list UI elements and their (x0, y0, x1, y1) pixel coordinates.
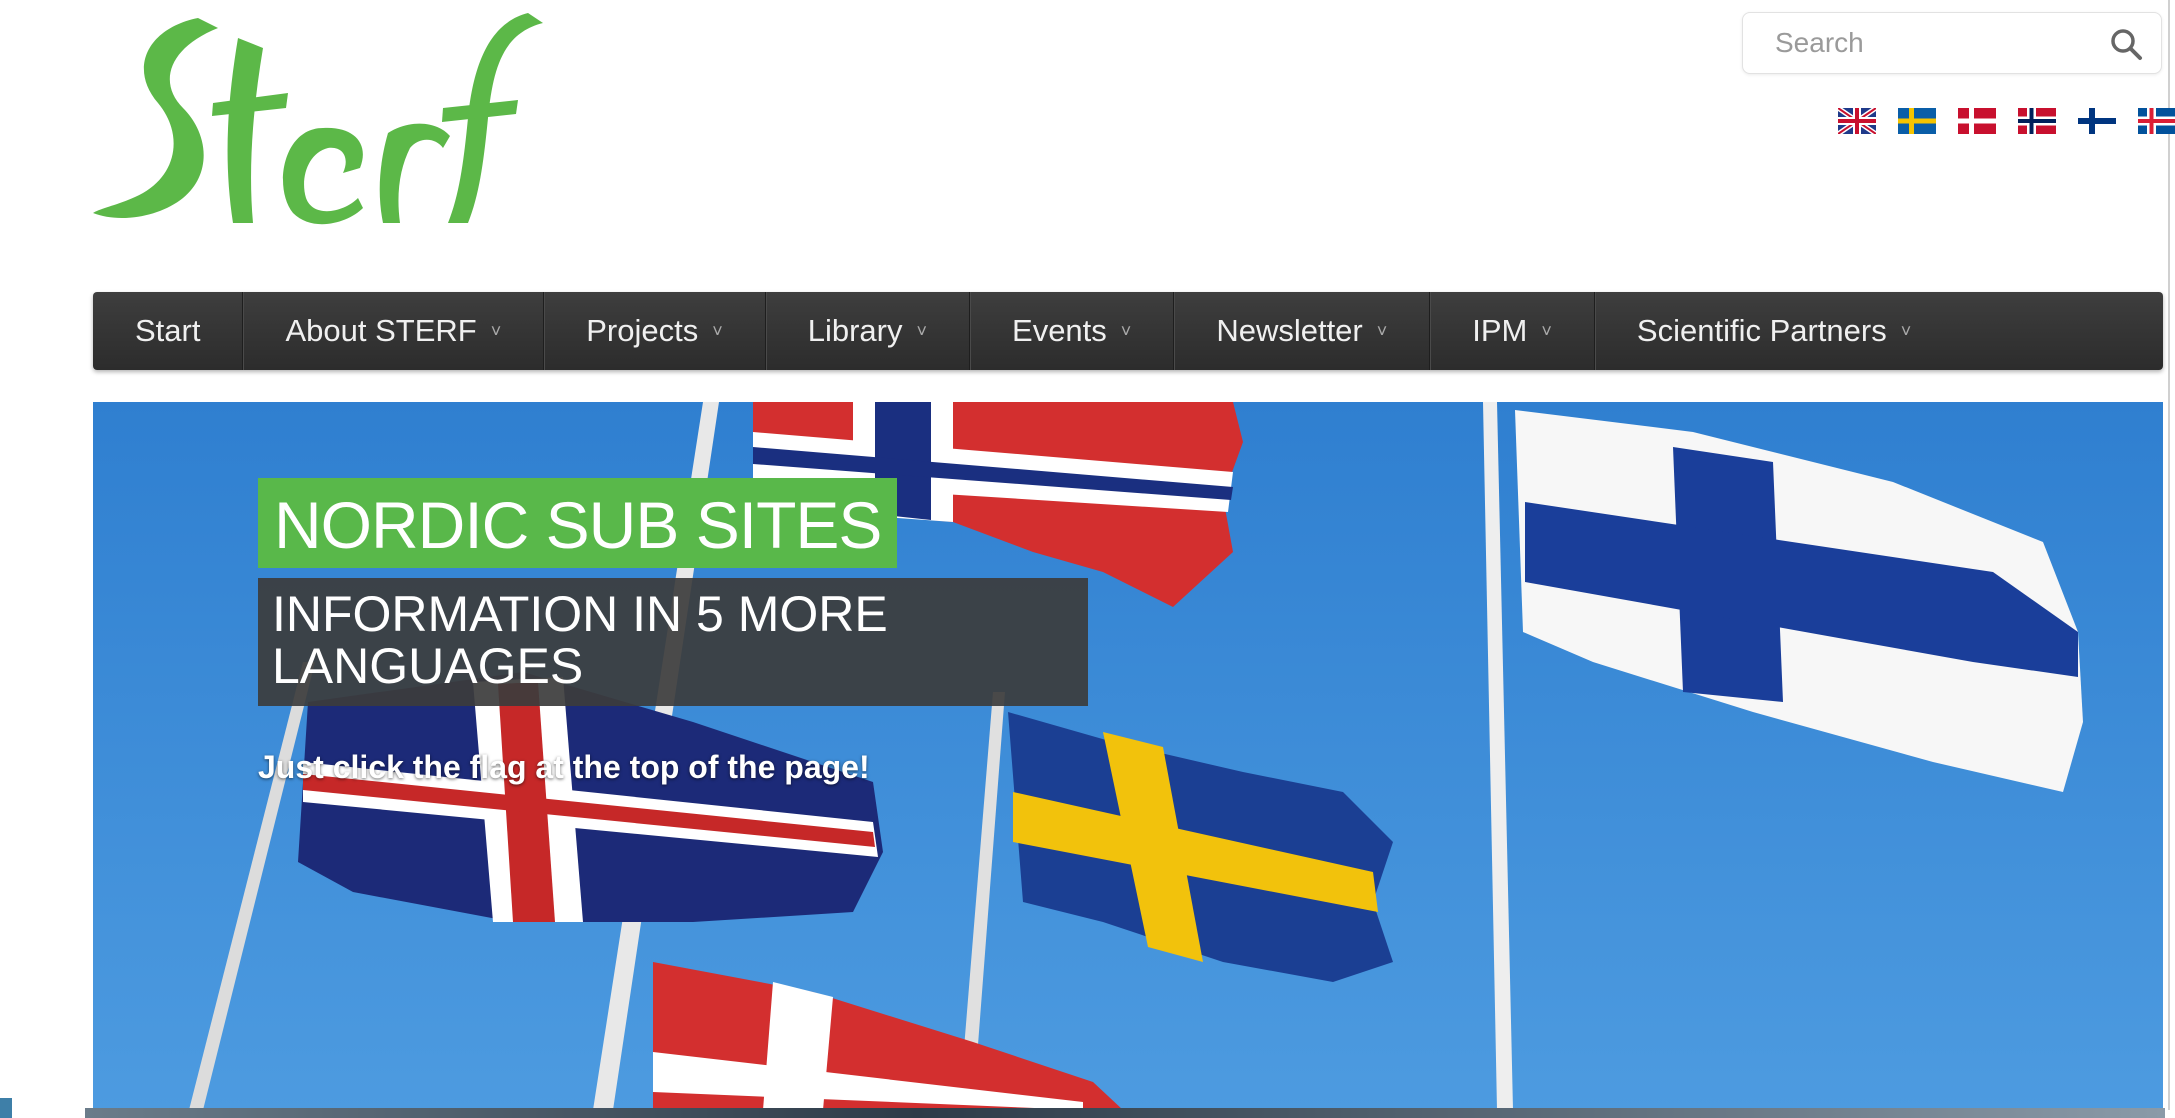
chevron-down-icon: ˅ (712, 320, 723, 341)
chevron-down-icon: ˅ (1376, 320, 1388, 341)
hero-slider[interactable]: NORDIC SUB SITES INFORMATION IN 5 MORE L… (93, 402, 2163, 1110)
search-input[interactable] (1743, 13, 2083, 73)
nav-item-about-sterf[interactable]: About STERF ˅ (243, 292, 545, 370)
nav-item-library[interactable]: Library ˅ (766, 292, 971, 370)
norway-flag-icon[interactable] (2018, 108, 2056, 134)
finland-flag-icon[interactable] (2078, 108, 2116, 134)
nav-item-scientific-partners[interactable]: Scientific Partners ˅ (1595, 292, 1953, 370)
hero-caption: Just click the flag at the top of the pa… (258, 749, 870, 785)
nav-item-start[interactable]: Start (93, 292, 244, 370)
search-box[interactable] (1742, 12, 2162, 74)
hero-subtitle-line: INFORMATION IN 5 MORE (272, 586, 888, 642)
chevron-down-icon: ˅ (1541, 320, 1552, 341)
nav-item-label: Start (135, 313, 201, 348)
nav-item-projects[interactable]: Projects ˅ (544, 292, 766, 370)
nav-item-ipm[interactable]: IPM ˅ (1430, 292, 1595, 370)
nav-item-newsletter[interactable]: Newsletter ˅ (1174, 292, 1431, 370)
sweden-flag-icon[interactable] (1898, 108, 1936, 134)
chevron-down-icon: ˅ (916, 320, 928, 341)
denmark-flag-icon[interactable] (1958, 108, 1996, 134)
nav-item-label: Library (807, 313, 903, 348)
main-navigation: Start About STERF ˅ Projects ˅ Library ˅ Ev… (93, 292, 2163, 370)
corner-mark (0, 1098, 12, 1118)
chevron-down-icon: ˅ (1900, 320, 1912, 341)
search-icon[interactable] (2109, 27, 2143, 61)
nav-item-label: Scientific Partners (1636, 313, 1887, 348)
chevron-down-icon: ˅ (490, 320, 502, 341)
nav-item-label: Projects (586, 313, 699, 348)
nav-item-label: Newsletter (1216, 313, 1363, 348)
hero-subtitle: INFORMATION IN 5 MORE LANGUAGES (258, 578, 1088, 706)
nav-item-label: About STERF (285, 313, 477, 348)
hero-subtitle-line: LANGUAGES (272, 638, 584, 694)
bottom-strip (85, 1108, 2165, 1118)
iceland-flag-icon[interactable] (2138, 108, 2175, 134)
chevron-down-icon: ˅ (1120, 320, 1132, 341)
language-flags (1838, 108, 2175, 138)
uk-flag-icon[interactable] (1838, 108, 1876, 134)
nav-item-label: Events (1012, 313, 1107, 348)
nav-item-label: IPM (1472, 313, 1528, 348)
nav-item-events[interactable]: Events ˅ (970, 292, 1175, 370)
sterf-logo[interactable] (88, 8, 548, 243)
hero-title: NORDIC SUB SITES (258, 478, 898, 568)
